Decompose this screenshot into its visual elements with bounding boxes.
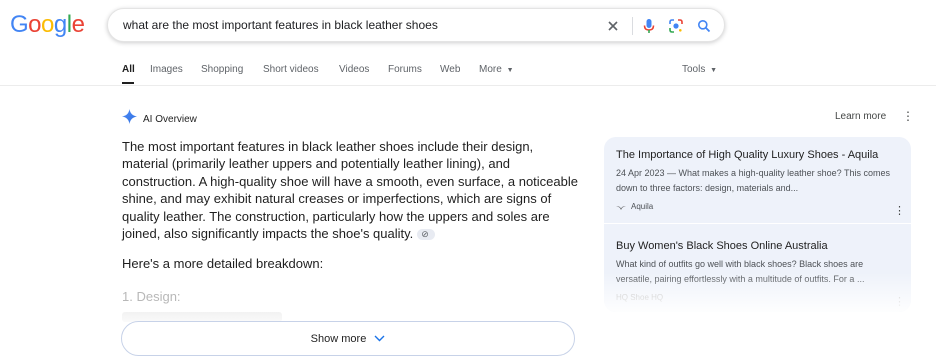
- source-card[interactable]: The Importance of High Quality Luxury Sh…: [616, 149, 901, 211]
- voice-search-icon[interactable]: [638, 15, 660, 37]
- logo-letter: o: [28, 11, 42, 38]
- header-divider: [0, 85, 936, 86]
- breakdown-intro: Here's a more detailed breakdown:: [122, 256, 324, 271]
- tab-images[interactable]: Images: [150, 64, 183, 75]
- design-heading: 1. Design:: [122, 289, 181, 304]
- show-more-button[interactable]: Show more: [121, 321, 575, 356]
- logo-letter: e: [71, 11, 85, 38]
- search-divider: [632, 17, 633, 35]
- logo-letter: G: [10, 11, 29, 38]
- source-site: HQ Shoe HQ: [616, 293, 901, 302]
- tab-more-label: More: [479, 64, 502, 75]
- clear-icon[interactable]: [602, 15, 624, 37]
- tab-web[interactable]: Web: [440, 64, 460, 75]
- more-vert-icon[interactable]: ⋮: [902, 110, 914, 122]
- ai-overview-header: AI Overview: [122, 109, 197, 129]
- card-divider: [604, 223, 911, 224]
- tab-shopping[interactable]: Shopping: [201, 64, 243, 75]
- tab-all[interactable]: All: [122, 64, 135, 75]
- more-vert-icon[interactable]: ⋮: [894, 204, 905, 217]
- tab-more[interactable]: More ▼: [479, 64, 514, 75]
- learn-more-link[interactable]: Learn more: [835, 111, 886, 122]
- tools-button[interactable]: Tools ▼: [682, 64, 717, 75]
- search-input[interactable]: what are the most important features in …: [123, 18, 438, 32]
- show-more-label: Show more: [310, 332, 367, 345]
- source-title[interactable]: The Importance of High Quality Luxury Sh…: [616, 149, 901, 161]
- source-link-chip[interactable]: [417, 226, 436, 243]
- ai-overview-title: AI Overview: [143, 113, 197, 125]
- source-snippet: What kind of outfits go well with black …: [616, 259, 865, 284]
- source-snippet: 24 Apr 2023 — What makes a high-quality …: [616, 168, 890, 193]
- source-site: Aquila: [616, 202, 901, 211]
- chevron-down-icon: [374, 335, 385, 342]
- logo-letter: g: [53, 11, 67, 38]
- ai-spark-icon: [122, 109, 137, 129]
- caret-down-icon: ▼: [506, 67, 514, 74]
- logo-letter: o: [41, 11, 54, 38]
- ai-overview-text: The most important features in black lea…: [122, 138, 580, 243]
- search-icon[interactable]: [693, 15, 715, 37]
- tab-short-videos[interactable]: Short videos: [263, 64, 319, 75]
- aquila-favicon-icon: [616, 205, 626, 210]
- source-card[interactable]: Buy Women's Black Shoes Online Australia…: [616, 240, 901, 302]
- source-cards-panel: The Importance of High Quality Luxury Sh…: [604, 137, 911, 312]
- source-site-name: HQ Shoe HQ: [616, 293, 664, 302]
- google-logo[interactable]: Google: [10, 11, 85, 39]
- lens-icon[interactable]: [665, 15, 687, 37]
- search-box[interactable]: what are the most important features in …: [107, 8, 725, 42]
- source-title[interactable]: Buy Women's Black Shoes Online Australia: [616, 240, 901, 252]
- tools-label: Tools: [682, 64, 706, 75]
- source-site-name: Aquila: [631, 202, 654, 211]
- active-tab-indicator: [122, 82, 134, 84]
- caret-down-icon: ▼: [710, 67, 718, 74]
- tab-videos[interactable]: Videos: [339, 64, 369, 75]
- more-vert-icon[interactable]: ⋮: [894, 295, 905, 308]
- ai-overview-paragraph: The most important features in black lea…: [122, 139, 578, 242]
- tab-forums[interactable]: Forums: [388, 64, 422, 75]
